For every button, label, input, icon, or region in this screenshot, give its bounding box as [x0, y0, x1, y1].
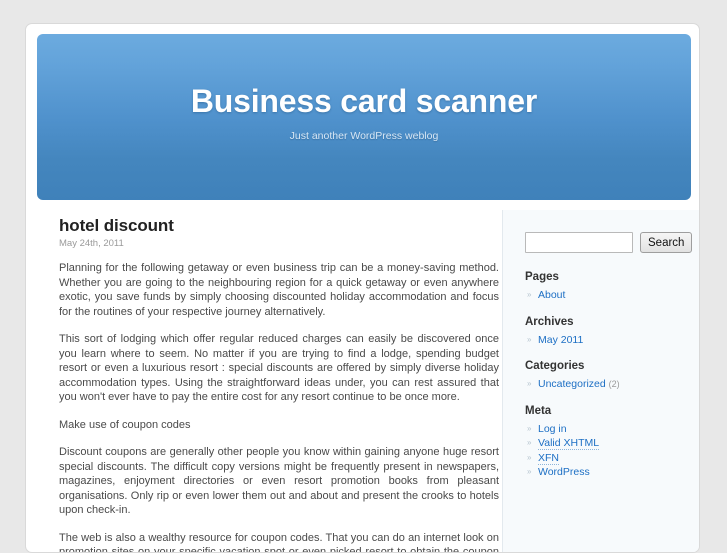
sidebar-link-may-2011[interactable]: May 2011: [538, 334, 583, 346]
page-container: Business card scanner Just another WordP…: [25, 23, 700, 553]
sidebar-link-log-in[interactable]: Log in: [538, 423, 567, 435]
widget-list: May 2011: [525, 333, 700, 348]
list-item: Log in: [538, 422, 700, 437]
search-form: Search: [525, 232, 700, 253]
sidebar-link-about[interactable]: About: [538, 289, 565, 301]
list-item: Valid XHTML: [538, 436, 700, 451]
widget-title: Pages: [525, 271, 700, 283]
post-paragraph: The web is also a wealthy resource for c…: [59, 531, 499, 553]
sidebar: Search Pages About Archives May 2011 Cat…: [502, 210, 700, 553]
widget-list: About: [525, 288, 700, 303]
post-paragraph: Planning for the following getaway or ev…: [59, 261, 499, 319]
widget-list: Uncategorized (2): [525, 377, 700, 392]
widget-categories: Categories Uncategorized (2): [525, 360, 700, 392]
sidebar-link-wordpress[interactable]: WordPress: [538, 466, 590, 478]
widget-meta: Meta Log in Valid XHTML XFN WordPress: [525, 405, 700, 480]
widget-pages: Pages About: [525, 271, 700, 303]
site-tagline: Just another WordPress weblog: [37, 130, 691, 142]
widget-list: Log in Valid XHTML XFN WordPress: [525, 422, 700, 480]
post-date: May 24th, 2011: [59, 238, 499, 249]
list-item: XFN: [538, 451, 700, 466]
list-item: May 2011: [538, 333, 700, 348]
post-paragraph: This sort of lodging which offer regular…: [59, 332, 499, 405]
category-count: (2): [609, 379, 620, 389]
search-input[interactable]: [525, 232, 633, 253]
widget-title: Categories: [525, 360, 700, 372]
site-header: Business card scanner Just another WordP…: [37, 34, 691, 200]
post-title: hotel discount: [59, 216, 499, 236]
sidebar-link-xfn[interactable]: XFN: [538, 452, 559, 465]
widget-archives: Archives May 2011: [525, 316, 700, 348]
list-item: Uncategorized (2): [538, 377, 700, 392]
post-paragraph: Discount coupons are generally other peo…: [59, 445, 499, 518]
list-item: About: [538, 288, 700, 303]
list-item: WordPress: [538, 465, 700, 480]
sidebar-link-uncategorized[interactable]: Uncategorized: [538, 378, 606, 390]
sidebar-link-valid-xhtml[interactable]: Valid XHTML: [538, 437, 599, 450]
site-title: Business card scanner: [37, 84, 691, 119]
widget-title: Meta: [525, 405, 700, 417]
post-paragraph: Make use of coupon codes: [59, 418, 499, 433]
widget-title: Archives: [525, 316, 700, 328]
main-content: hotel discount May 24th, 2011 Planning f…: [59, 216, 499, 553]
search-button[interactable]: Search: [640, 232, 692, 253]
